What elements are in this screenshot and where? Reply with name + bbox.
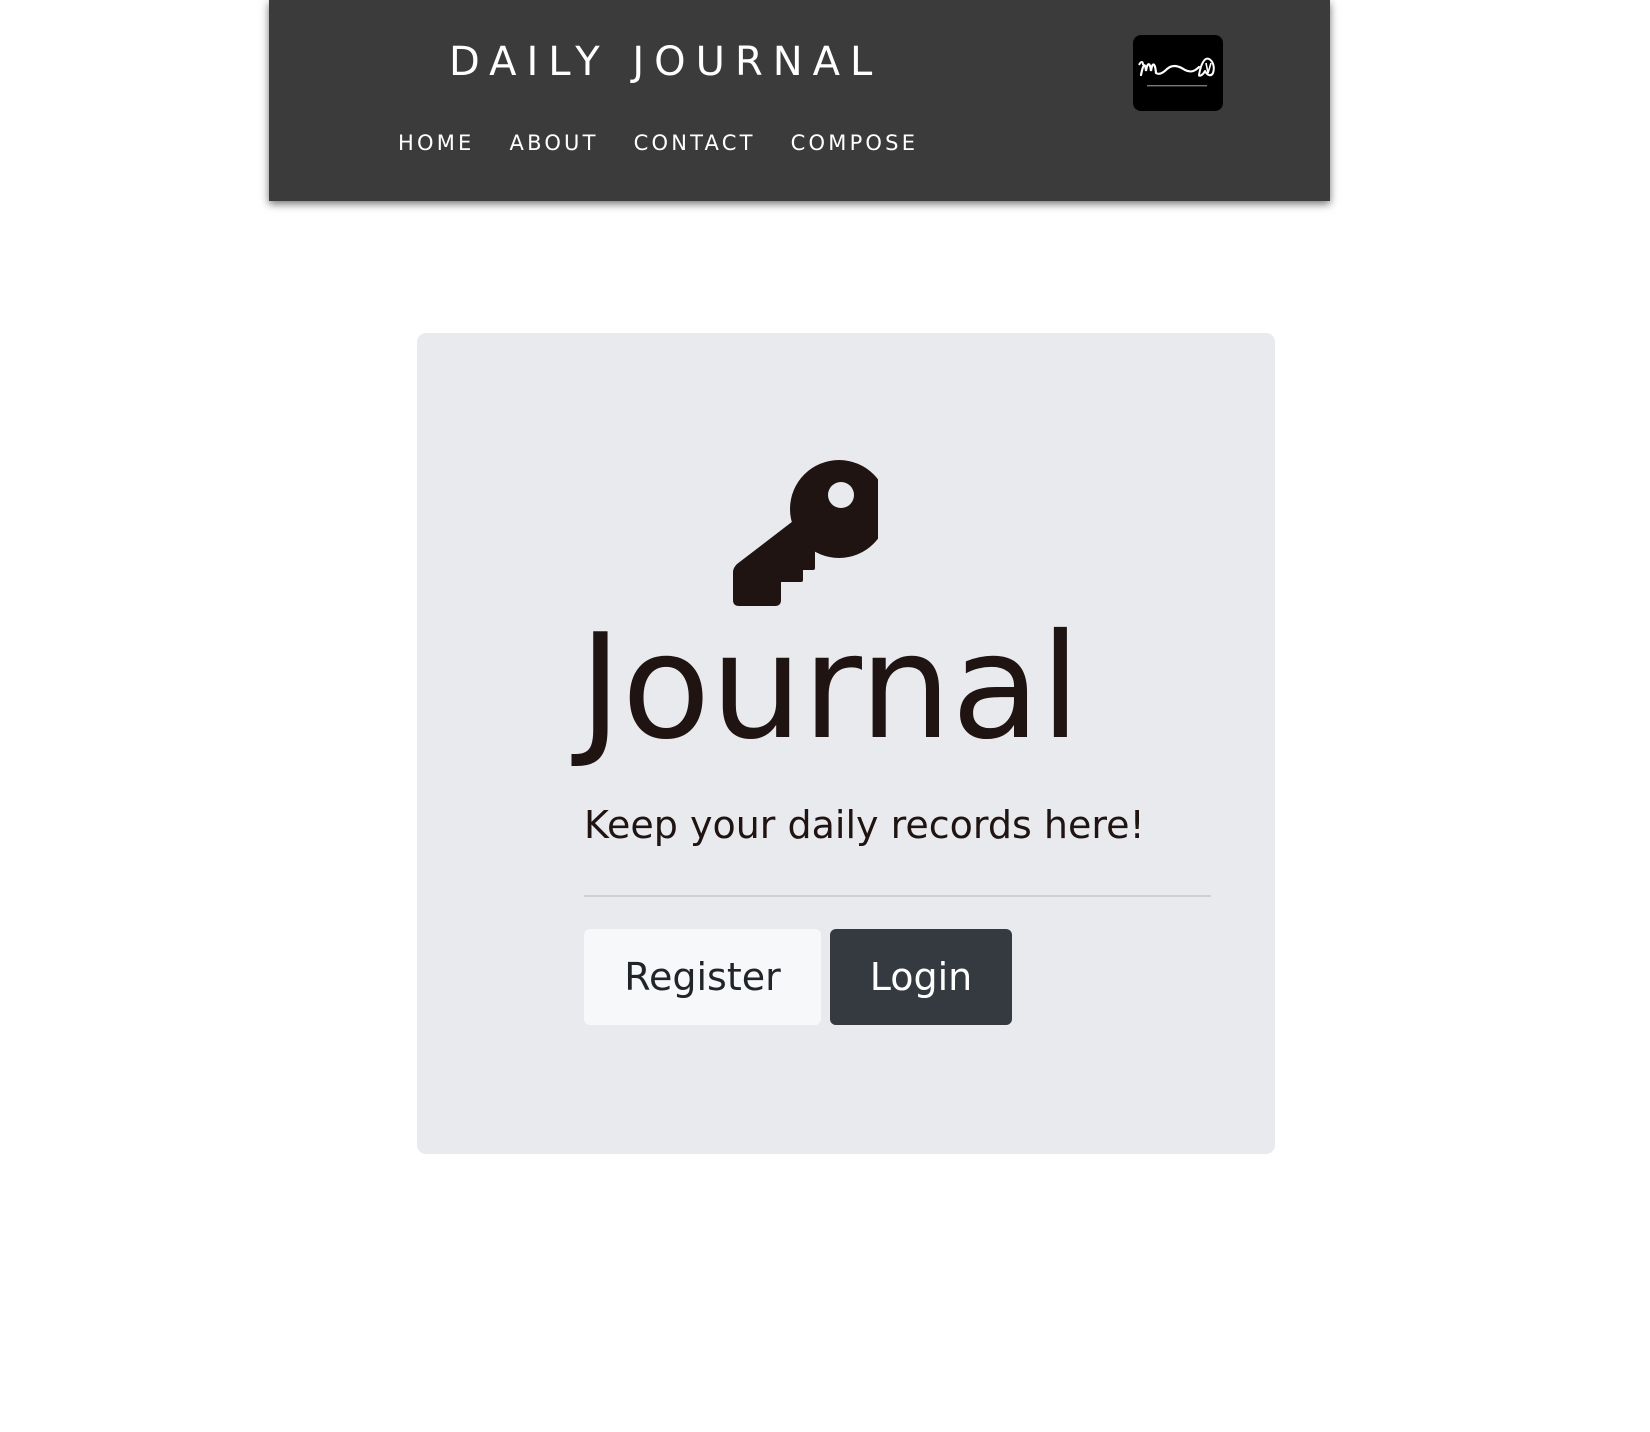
- navbar: DAILY JOURNAL HOME ABOUT CONTACT COMPOSE: [269, 0, 1330, 201]
- signature-logo-icon: [1138, 57, 1215, 87]
- nav-link-home[interactable]: HOME: [398, 133, 475, 154]
- register-button[interactable]: Register: [584, 929, 821, 1025]
- key-icon: [733, 460, 878, 606]
- nav-menu: HOME ABOUT CONTACT COMPOSE: [398, 133, 953, 154]
- nav-link-compose[interactable]: COMPOSE: [791, 133, 919, 154]
- page-title: Journal: [579, 603, 1081, 772]
- signature-logo[interactable]: [1133, 35, 1223, 111]
- auth-buttons: Register Login: [584, 929, 1012, 1025]
- lead-text: Keep your daily records here!: [584, 803, 1145, 847]
- jumbotron-card: Journal Keep your daily records here! Re…: [417, 333, 1275, 1154]
- divider: [584, 895, 1211, 897]
- brand-title[interactable]: DAILY JOURNAL: [449, 42, 882, 82]
- nav-link-about[interactable]: ABOUT: [510, 133, 599, 154]
- nav-link-contact[interactable]: CONTACT: [634, 133, 756, 154]
- login-button[interactable]: Login: [830, 929, 1012, 1025]
